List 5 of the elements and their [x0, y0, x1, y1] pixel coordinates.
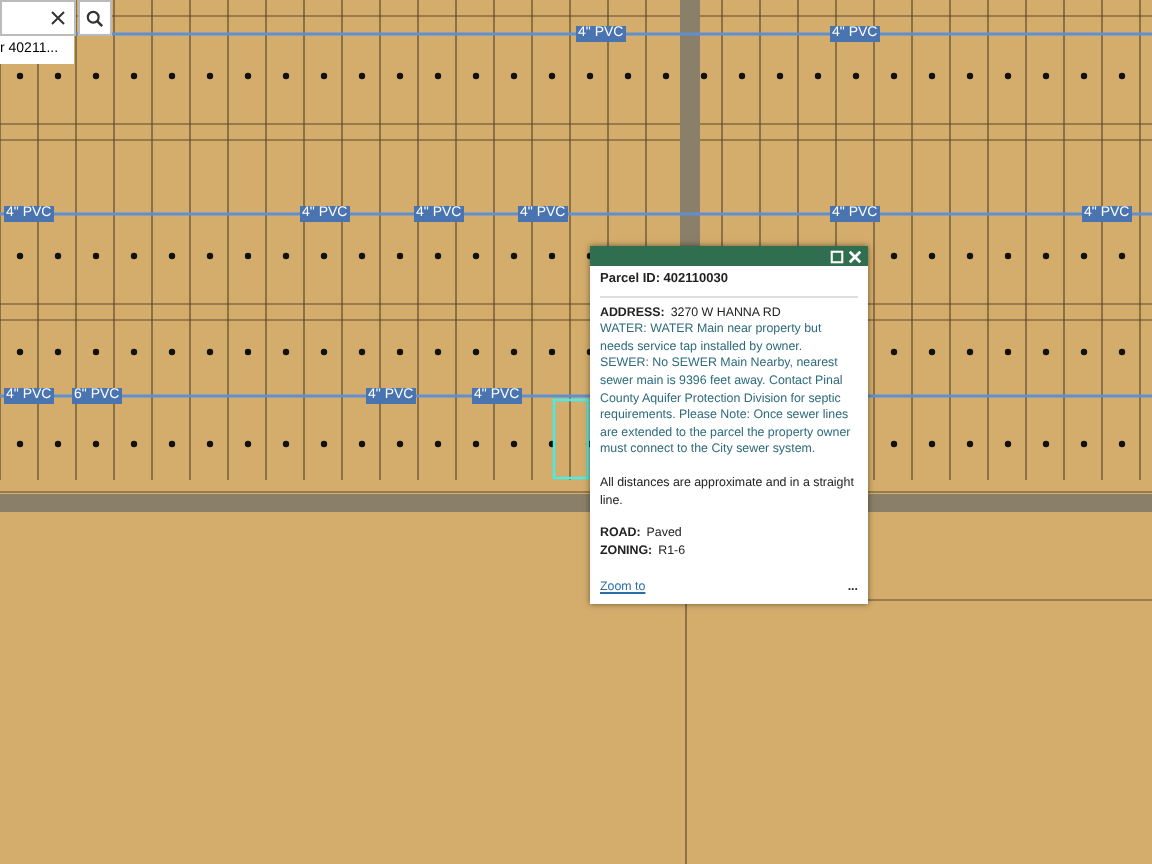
search-field[interactable] — [0, 0, 76, 36]
search-icon — [86, 9, 104, 27]
maximize-icon[interactable] — [830, 249, 844, 263]
close-icon[interactable] — [50, 10, 66, 26]
search-button[interactable] — [78, 0, 112, 36]
